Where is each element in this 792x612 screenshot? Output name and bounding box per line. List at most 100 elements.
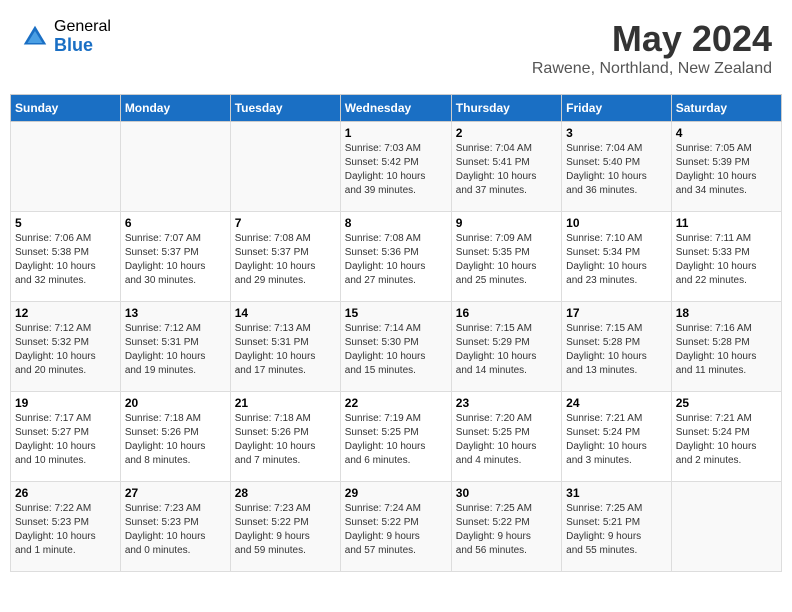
calendar-cell: 2 Sunrise: 7:04 AM Sunset: 5:41 PM Daylig…: [451, 122, 561, 212]
calendar-cell: 24Sunrise: 7:21 AM Sunset: 5:24 PM Dayli…: [562, 392, 672, 482]
day-info: Sunrise: 7:19 AM Sunset: 5:25 PM Dayligh…: [345, 412, 447, 468]
calendar-week-1: 1 Sunrise: 7:03 AM Sunset: 5:42 PM Daylig…: [11, 122, 782, 212]
day-number: 21: [235, 396, 336, 410]
day-info: Sunrise: 7:05 AM Sunset: 5:39 PM Dayligh…: [676, 142, 777, 198]
day-number: 17: [566, 306, 667, 320]
calendar-cell: 18 Sunrise: 7:16 AM Sunset: 5:28 PM Dayli…: [671, 302, 781, 392]
day-number: 11: [676, 216, 777, 230]
calendar-cell: 31Sunrise: 7:25 AM Sunset: 5:21 PM Dayli…: [562, 482, 672, 572]
calendar-cell: 8 Sunrise: 7:08 AM Sunset: 5:36 PM Daylig…: [340, 212, 451, 302]
day-info: Sunrise: 7:20 AM Sunset: 5:25 PM Dayligh…: [456, 412, 557, 468]
main-title: May 2024: [532, 18, 772, 60]
calendar-cell: 22 Sunrise: 7:19 AM Sunset: 5:25 PM Dayli…: [340, 392, 451, 482]
day-info: Sunrise: 7:22 AM Sunset: 5:23 PM Dayligh…: [15, 502, 116, 558]
day-number: 4: [676, 126, 777, 140]
day-number: 18: [676, 306, 777, 320]
calendar-cell: 7 Sunrise: 7:08 AM Sunset: 5:37 PM Daylig…: [230, 212, 340, 302]
day-info: Sunrise: 7:14 AM Sunset: 5:30 PM Dayligh…: [345, 322, 447, 378]
logo: General Blue: [20, 18, 111, 55]
day-info: Sunrise: 7:04 AM Sunset: 5:40 PM Dayligh…: [566, 142, 667, 198]
logo-icon: [20, 22, 50, 52]
day-number: 25: [676, 396, 777, 410]
day-info: Sunrise: 7:21 AM Sunset: 5:24 PM Dayligh…: [676, 412, 777, 468]
calendar-cell: 25 Sunrise: 7:21 AM Sunset: 5:24 PM Dayli…: [671, 392, 781, 482]
calendar-cell: 4 Sunrise: 7:05 AM Sunset: 5:39 PM Daylig…: [671, 122, 781, 212]
calendar-cell: 1 Sunrise: 7:03 AM Sunset: 5:42 PM Daylig…: [340, 122, 451, 212]
day-info: Sunrise: 7:08 AM Sunset: 5:37 PM Dayligh…: [235, 232, 336, 288]
calendar-cell: 12Sunrise: 7:12 AM Sunset: 5:32 PM Dayli…: [11, 302, 121, 392]
calendar-cell: 17 Sunrise: 7:15 AM Sunset: 5:28 PM Dayli…: [562, 302, 672, 392]
calendar-cell: 11 Sunrise: 7:11 AM Sunset: 5:33 PM Dayli…: [671, 212, 781, 302]
calendar-cell: 13 Sunrise: 7:12 AM Sunset: 5:31 PM Dayli…: [120, 302, 230, 392]
title-section: May 2024 Rawene, Northland, New Zealand: [532, 18, 772, 78]
day-info: Sunrise: 7:09 AM Sunset: 5:35 PM Dayligh…: [456, 232, 557, 288]
calendar-week-4: 19 Sunrise: 7:17 AM Sunset: 5:27 PM Dayli…: [11, 392, 782, 482]
day-number: 22: [345, 396, 447, 410]
day-number: 8: [345, 216, 447, 230]
day-number: 1: [345, 126, 447, 140]
day-info: Sunrise: 7:23 AM Sunset: 5:22 PM Dayligh…: [235, 502, 336, 558]
day-info: Sunrise: 7:15 AM Sunset: 5:28 PM Dayligh…: [566, 322, 667, 378]
calendar-week-2: 5Sunrise: 7:06 AM Sunset: 5:38 PM Daylig…: [11, 212, 782, 302]
calendar-cell: 30 Sunrise: 7:25 AM Sunset: 5:22 PM Dayli…: [451, 482, 561, 572]
day-info: Sunrise: 7:08 AM Sunset: 5:36 PM Dayligh…: [345, 232, 447, 288]
calendar-cell: 6 Sunrise: 7:07 AM Sunset: 5:37 PM Daylig…: [120, 212, 230, 302]
day-number: 16: [456, 306, 557, 320]
day-info: Sunrise: 7:10 AM Sunset: 5:34 PM Dayligh…: [566, 232, 667, 288]
day-number: 7: [235, 216, 336, 230]
calendar-cell: 28 Sunrise: 7:23 AM Sunset: 5:22 PM Dayli…: [230, 482, 340, 572]
header-wednesday: Wednesday: [340, 95, 451, 122]
day-info: Sunrise: 7:24 AM Sunset: 5:22 PM Dayligh…: [345, 502, 447, 558]
day-number: 3: [566, 126, 667, 140]
day-number: 2: [456, 126, 557, 140]
day-info: Sunrise: 7:12 AM Sunset: 5:32 PM Dayligh…: [15, 322, 116, 378]
day-info: Sunrise: 7:11 AM Sunset: 5:33 PM Dayligh…: [676, 232, 777, 288]
day-number: 30: [456, 486, 557, 500]
day-info: Sunrise: 7:25 AM Sunset: 5:22 PM Dayligh…: [456, 502, 557, 558]
calendar-week-3: 12Sunrise: 7:12 AM Sunset: 5:32 PM Dayli…: [11, 302, 782, 392]
calendar-week-5: 26 Sunrise: 7:22 AM Sunset: 5:23 PM Dayli…: [11, 482, 782, 572]
calendar-header-row: SundayMondayTuesdayWednesdayThursdayFrid…: [11, 95, 782, 122]
day-info: Sunrise: 7:07 AM Sunset: 5:37 PM Dayligh…: [125, 232, 226, 288]
day-info: Sunrise: 7:03 AM Sunset: 5:42 PM Dayligh…: [345, 142, 447, 198]
day-number: 23: [456, 396, 557, 410]
header-tuesday: Tuesday: [230, 95, 340, 122]
subtitle: Rawene, Northland, New Zealand: [532, 60, 772, 78]
day-info: Sunrise: 7:15 AM Sunset: 5:29 PM Dayligh…: [456, 322, 557, 378]
day-info: Sunrise: 7:18 AM Sunset: 5:26 PM Dayligh…: [125, 412, 226, 468]
day-number: 28: [235, 486, 336, 500]
calendar-cell: 14Sunrise: 7:13 AM Sunset: 5:31 PM Dayli…: [230, 302, 340, 392]
day-info: Sunrise: 7:17 AM Sunset: 5:27 PM Dayligh…: [15, 412, 116, 468]
calendar-cell: [230, 122, 340, 212]
day-number: 6: [125, 216, 226, 230]
calendar-cell: 23 Sunrise: 7:20 AM Sunset: 5:25 PM Dayli…: [451, 392, 561, 482]
day-info: Sunrise: 7:16 AM Sunset: 5:28 PM Dayligh…: [676, 322, 777, 378]
calendar-cell: 19 Sunrise: 7:17 AM Sunset: 5:27 PM Dayli…: [11, 392, 121, 482]
calendar-cell: 21 Sunrise: 7:18 AM Sunset: 5:26 PM Dayli…: [230, 392, 340, 482]
header-monday: Monday: [120, 95, 230, 122]
day-number: 19: [15, 396, 116, 410]
calendar-cell: 3 Sunrise: 7:04 AM Sunset: 5:40 PM Daylig…: [562, 122, 672, 212]
header-friday: Friday: [562, 95, 672, 122]
logo-general: General: [54, 18, 111, 36]
day-info: Sunrise: 7:04 AM Sunset: 5:41 PM Dayligh…: [456, 142, 557, 198]
logo-text: General Blue: [54, 18, 111, 55]
day-info: Sunrise: 7:18 AM Sunset: 5:26 PM Dayligh…: [235, 412, 336, 468]
header-thursday: Thursday: [451, 95, 561, 122]
calendar-cell: 5Sunrise: 7:06 AM Sunset: 5:38 PM Daylig…: [11, 212, 121, 302]
day-info: Sunrise: 7:06 AM Sunset: 5:38 PM Dayligh…: [15, 232, 116, 288]
day-number: 13: [125, 306, 226, 320]
day-number: 26: [15, 486, 116, 500]
calendar-cell: 20Sunrise: 7:18 AM Sunset: 5:26 PM Dayli…: [120, 392, 230, 482]
day-info: Sunrise: 7:12 AM Sunset: 5:31 PM Dayligh…: [125, 322, 226, 378]
calendar-cell: [11, 122, 121, 212]
day-number: 14: [235, 306, 336, 320]
day-number: 31: [566, 486, 667, 500]
logo-blue: Blue: [54, 36, 111, 56]
day-number: 29: [345, 486, 447, 500]
day-number: 24: [566, 396, 667, 410]
header-sunday: Sunday: [11, 95, 121, 122]
day-number: 27: [125, 486, 226, 500]
calendar-cell: 15Sunrise: 7:14 AM Sunset: 5:30 PM Dayli…: [340, 302, 451, 392]
calendar-table: SundayMondayTuesdayWednesdayThursdayFrid…: [10, 94, 782, 572]
